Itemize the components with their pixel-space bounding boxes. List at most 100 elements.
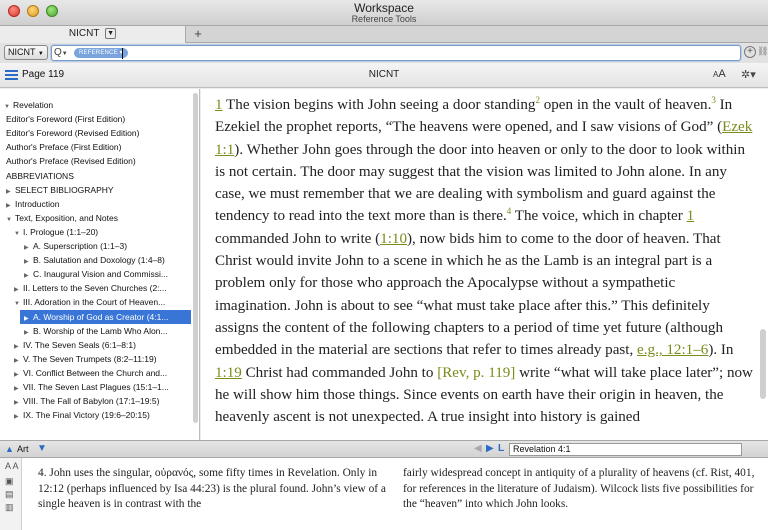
toc-item-label: V. The Seven Trumpets (8:2–11:19)	[23, 353, 157, 364]
toc-item[interactable]: ▶ A. Superscription (1:1–3)	[24, 239, 191, 253]
disclosure-closed-icon[interactable]: ▶	[14, 368, 23, 380]
reference-link-1-19[interactable]: 1:19	[215, 365, 242, 381]
commentary-text: 1 The vision begins with John seeing a d…	[215, 94, 753, 426]
notes-toolbar: A A ▣ ▤ ▥	[0, 458, 22, 530]
disclosure-open-icon[interactable]: ▼	[14, 227, 23, 239]
triangle-up-icon[interactable]: ▲	[5, 444, 14, 454]
disclosure-closed-icon[interactable]: ▶	[14, 354, 23, 366]
toc-item-label: C. Inaugural Vision and Commissi...	[33, 269, 168, 280]
toc-item[interactable]: ▶ VIII. The Fall of Babylon (17:1–19:5)	[14, 394, 191, 408]
toc-item-label: III. Adoration in the Court of Heaven...	[23, 297, 166, 308]
disclosure-closed-icon[interactable]: ▶	[14, 340, 23, 352]
toc-item[interactable]: Editor's Foreword (First Edition)	[6, 112, 191, 126]
reference-link-12-1[interactable]: e.g., 12:1–6	[637, 342, 708, 358]
toc-item[interactable]: ▶ VI. Conflict Between the Church and...	[14, 366, 191, 380]
link-set-icon[interactable]: L	[498, 443, 504, 454]
footnote-column-1: 4. John uses the singular, οὐρανός, some…	[38, 467, 386, 510]
toc-item-label: B. Worship of the Lamb Who Alon...	[33, 325, 168, 336]
search-icon[interactable]: Q▼	[54, 47, 72, 59]
back-arrow-icon[interactable]: ◀	[474, 443, 482, 454]
disclosure-closed-icon[interactable]: ▶	[24, 241, 33, 253]
toc-item-label: Editor's Foreword (Revised Edition)	[6, 128, 140, 139]
footnotes-pane: A A ▣ ▤ ▥ 4. John uses the singular, οὐρ…	[0, 458, 768, 530]
toc-item[interactable]: Author's Preface (First Edition)	[6, 140, 191, 154]
panel-selector-label[interactable]: Art	[17, 444, 29, 454]
disclosure-closed-icon[interactable]: ▶	[24, 326, 33, 338]
toc-item[interactable]: ▶ IX. The Final Victory (19:6–20:15)	[14, 408, 191, 422]
current-reference-field[interactable]: Revelation 4:1	[509, 443, 742, 456]
disclosure-closed-icon[interactable]: ▶	[24, 269, 33, 281]
disclosure-closed-icon[interactable]: ▶	[14, 396, 23, 408]
toc-item-label: Introduction	[15, 198, 60, 209]
disclosure-open-icon[interactable]: ▼	[14, 297, 23, 309]
toc-item[interactable]: ▶ B. Salutation and Doxology (1:4–8)	[24, 253, 191, 267]
chevron-down-icon[interactable]: ▼	[37, 443, 47, 454]
disclosure-open-icon[interactable]: ▼	[4, 100, 13, 112]
reference-input[interactable]: Q▼ REFERENCE ▾	[51, 45, 741, 61]
tab-nicnt[interactable]: NICNT ▼	[0, 26, 186, 43]
vertical-scrollbar[interactable]	[760, 329, 766, 399]
toc-item[interactable]: ABBREVIATIONS	[6, 169, 191, 183]
toc-item-label: I. Prologue (1:1–20)	[23, 226, 99, 237]
font-size-control[interactable]: AA	[713, 68, 726, 80]
window-title: Workspace	[354, 1, 414, 15]
disclosure-closed-icon[interactable]: ▶	[24, 312, 33, 324]
toc-item[interactable]: Author's Preface (Revised Edition)	[6, 154, 191, 168]
disclosure-closed-icon[interactable]: ▶	[6, 185, 15, 197]
toc-item-label: VI. Conflict Between the Church and...	[23, 367, 168, 378]
resource-header: Page 119 NICNT AA ✲▾	[0, 63, 768, 88]
toc-item-label: IX. The Final Victory (19:6–20:15)	[23, 410, 150, 421]
disclosure-closed-icon[interactable]: ▶	[14, 283, 23, 295]
text-caret	[122, 48, 123, 59]
toc-item-label: A. Superscription (1:1–3)	[33, 241, 128, 251]
toc-item[interactable]: ▼ I. Prologue (1:1–20)	[14, 225, 191, 239]
copy-icon[interactable]: ▣	[5, 476, 14, 487]
reference-pill[interactable]: REFERENCE ▾	[74, 48, 128, 58]
table-of-contents-pane: ▼ Revelation Editor's Foreword (First Edit…	[0, 89, 200, 440]
toc-item[interactable]: ▼ Revelation	[4, 98, 191, 112]
resource-selector-button[interactable]: NICNT ▼	[4, 45, 48, 60]
toc-item-label: VIII. The Fall of Babylon (17:1–19:5)	[23, 396, 160, 407]
toc-item[interactable]: ▶ V. The Seven Trumpets (8:2–11:19)	[14, 352, 191, 366]
disclosure-closed-icon[interactable]: ▶	[14, 410, 23, 422]
toc-item[interactable]: ▼ III. Adoration in the Court of Heaven..…	[14, 295, 191, 309]
disclosure-closed-icon[interactable]: ▶	[14, 382, 23, 394]
chevron-down-icon[interactable]: ▼	[105, 27, 117, 39]
toc-item-label: Text, Exposition, and Notes	[15, 212, 119, 223]
add-tab-button[interactable]: +	[190, 26, 206, 43]
toc-item[interactable]: ▼ Text, Exposition, and Notes	[6, 211, 191, 225]
forward-arrow-icon[interactable]: ▶	[486, 443, 494, 454]
toc-item[interactable]: ▶ II. Letters to the Seven Churches (2:..…	[14, 281, 191, 295]
toc-item-label: B. Salutation and Doxology (1:4–8)	[33, 255, 165, 266]
disclosure-open-icon[interactable]: ▼	[6, 213, 15, 225]
chapter-link[interactable]: 1	[687, 208, 695, 224]
toc-item-label: Author's Preface (Revised Edition)	[6, 156, 136, 167]
resource-title: NICNT	[368, 69, 400, 80]
toc-item[interactable]: ▶ Introduction	[6, 197, 191, 211]
print-icon[interactable]: ▤	[5, 489, 14, 500]
title-bar: Workspace Reference Tools	[0, 0, 768, 26]
toc-scrollbar[interactable]	[193, 93, 198, 423]
disclosure-closed-icon[interactable]: ▶	[6, 199, 15, 211]
page-reference-link[interactable]: Rev, p. 119	[442, 365, 510, 381]
footnote-column-2: fairly widespread concept in antiquity o…	[403, 467, 755, 510]
add-icon[interactable]: +	[744, 46, 756, 58]
toc-item[interactable]: ▶ C. Inaugural Vision and Commissi...	[24, 267, 191, 281]
reference-link-1-10[interactable]: 1:10	[380, 231, 407, 247]
link-icon[interactable]: ⛓	[757, 46, 768, 58]
toc-item-label: Author's Preface (First Edition)	[6, 142, 122, 153]
toc-item[interactable]: ▶ IV. The Seven Seals (6:1–8:1)	[14, 338, 191, 352]
window-subtitle: Reference Tools	[351, 14, 417, 24]
toc-item[interactable]: ▶ VII. The Seven Last Plagues (15:1–1...	[14, 380, 191, 394]
toc-item[interactable]: Editor's Foreword (Revised Edition)	[6, 126, 191, 140]
search-row: NICNT ▼ Q▼ REFERENCE ▾ + ⛓	[0, 43, 768, 63]
toc-item[interactable]: ▶ A. Worship of God as Creator (4:1...	[20, 309, 191, 324]
gear-icon[interactable]: ✲▾	[741, 68, 756, 81]
toc-item-label: ABBREVIATIONS	[6, 170, 74, 181]
note-icon[interactable]: ▥	[5, 502, 14, 513]
toc-item[interactable]: ▶ B. Worship of the Lamb Who Alon...	[24, 324, 191, 338]
toc-item[interactable]: ▶ SELECT BIBLIOGRAPHY	[6, 183, 191, 197]
verse-link[interactable]: 1	[215, 97, 223, 113]
font-size-icon[interactable]: A A	[5, 461, 19, 471]
disclosure-closed-icon[interactable]: ▶	[24, 255, 33, 267]
